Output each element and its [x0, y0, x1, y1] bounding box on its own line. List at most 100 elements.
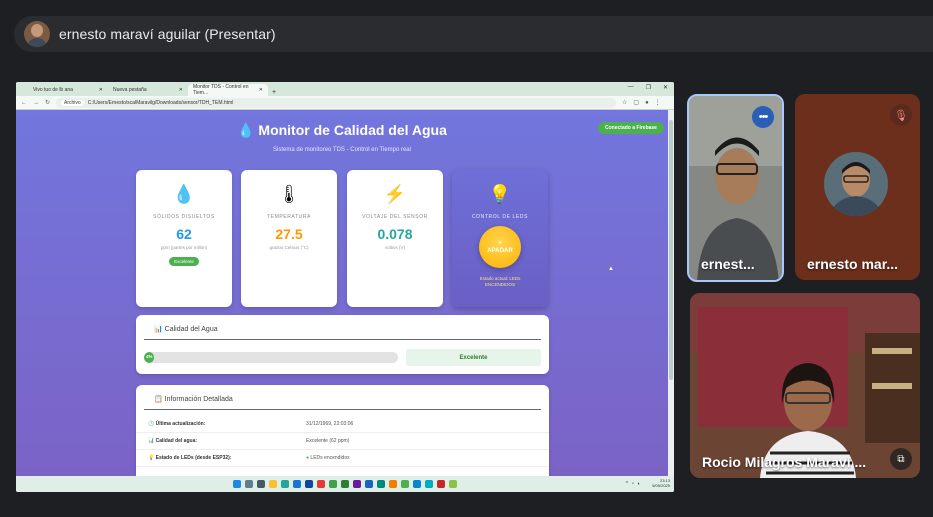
- participant-tile-2[interactable]: 🎙 ernesto mar...: [795, 94, 920, 280]
- voltage-value: 0.078: [377, 226, 413, 242]
- clock[interactable]: 23:13 5/05/2025: [652, 478, 670, 488]
- info-value: Excelente (62 ppm): [306, 438, 350, 444]
- led-state-text: Estado actual: LEDs: [479, 276, 521, 281]
- app-icon[interactable]: [389, 480, 397, 488]
- volume-icon[interactable]: ◖: [637, 481, 640, 487]
- web-page: Conectado a Firebase 💧 Monitor de Calida…: [16, 110, 668, 476]
- file-chip: Archivo: [61, 99, 84, 106]
- document-icon: 📋: [154, 396, 163, 403]
- app-icon[interactable]: [353, 480, 361, 488]
- info-row: 📊 Calidad del agua: Excelente (62 ppm): [136, 433, 549, 450]
- app-icon[interactable]: [305, 480, 313, 488]
- more-options-icon[interactable]: •••: [752, 106, 774, 128]
- back-icon[interactable]: ←: [21, 100, 27, 106]
- minimize-icon[interactable]: —: [628, 84, 634, 91]
- system-tray: ^ ◔ ◖: [626, 481, 640, 487]
- meeting-header: ernesto maraví aguilar (Presentar): [14, 16, 933, 52]
- app-icon[interactable]: [413, 480, 421, 488]
- app-icon[interactable]: [437, 480, 445, 488]
- tab-label: Vivo tuo de lb ana: [33, 87, 73, 93]
- app-icon[interactable]: [329, 480, 337, 488]
- new-tab-button[interactable]: +: [268, 89, 280, 96]
- presenter-label: ernesto maraví aguilar (Presentar): [59, 26, 276, 42]
- app-icon[interactable]: [317, 480, 325, 488]
- taskbar: ^ ◔ ◖ 23:13 5/05/2025: [16, 476, 674, 492]
- window-controls: — ❐ ✕: [628, 84, 668, 91]
- muted-microphone-icon: 🎙: [890, 104, 912, 126]
- close-window-icon[interactable]: ✕: [663, 84, 668, 91]
- lightbulb-icon: 💡: [148, 455, 155, 461]
- clock-icon: 🕐: [148, 421, 155, 427]
- mouse-cursor-icon: ▲: [608, 266, 614, 272]
- participant-tile-1[interactable]: ••• ernest...: [687, 94, 784, 282]
- card-label: Temperatura: [266, 214, 311, 220]
- close-icon[interactable]: ✕: [99, 87, 103, 93]
- info-value: ● LEDs encendidos: [306, 455, 350, 461]
- app-icon[interactable]: [281, 480, 289, 488]
- app-icon[interactable]: [293, 480, 301, 488]
- progress-row: 4% Excelente: [136, 340, 549, 375]
- chevron-up-icon[interactable]: ^: [626, 481, 628, 487]
- shared-screen: Vivo tuo de lb ana ✕ Nueva pestaña ✕ Monit…: [16, 82, 674, 492]
- app-icon[interactable]: [425, 480, 433, 488]
- quality-panel: 📊 Calidad del Agua 4% Excelente: [136, 315, 549, 374]
- card-label: Control de LEDs: [471, 214, 529, 220]
- close-icon[interactable]: ✕: [179, 87, 183, 93]
- app-icon[interactable]: [365, 480, 373, 488]
- led-off-button[interactable]: ✦ APAGAR: [479, 226, 521, 268]
- search-icon[interactable]: [245, 480, 253, 488]
- wifi-icon[interactable]: ◔: [631, 481, 634, 487]
- url-field[interactable]: Archivo C:/Users/Ernesto/scalMaravilg/Do…: [56, 97, 617, 108]
- panel-title-text: Calidad del Agua: [164, 326, 218, 333]
- page-subtitle: Sistema de monitoreo TDS - Control en Ti…: [273, 147, 411, 153]
- browser-tab[interactable]: Nueva pestaña ✕: [108, 84, 188, 96]
- info-row: 🕐 Última actualización: 31/12/1969, 22:0…: [136, 416, 549, 433]
- chart-icon: 📊: [154, 326, 163, 333]
- info-key-text: Última actualización:: [155, 421, 206, 427]
- picture-in-picture-icon[interactable]: ⧉: [890, 448, 912, 470]
- voltage-card: ⚡ Voltaje del sensor 0.078 voltios (V): [347, 170, 443, 307]
- tab-label: Monitor TDS - Control en Tiem...: [193, 84, 249, 96]
- file-explorer-icon[interactable]: [269, 480, 277, 488]
- participant-video: [690, 293, 920, 478]
- info-panel: 📋 Información Detallada 🕐 Última actuali…: [136, 385, 549, 476]
- led-button-label: APAGAR: [487, 248, 513, 254]
- app-icon[interactable]: [341, 480, 349, 488]
- close-icon[interactable]: ✕: [259, 87, 263, 93]
- tds-status-badge: Excelente: [169, 257, 199, 266]
- restore-icon[interactable]: ❐: [646, 84, 651, 91]
- task-view-icon[interactable]: [257, 480, 265, 488]
- participant-tile-3[interactable]: ⧉ Rocio Milagros Maraví ...: [690, 293, 920, 478]
- browser-tab-active[interactable]: Monitor TDS - Control en Tiem... ✕: [188, 84, 268, 96]
- thermometer-icon: 🌡: [277, 184, 301, 204]
- temperature-value: 27.5: [275, 226, 303, 242]
- menu-icon[interactable]: ⋮: [655, 99, 661, 106]
- chrome-icon[interactable]: [401, 480, 409, 488]
- participant-name: ernest...: [701, 256, 755, 272]
- panel-title-text: Información Detallada: [164, 396, 233, 403]
- scrollbar-thumb[interactable]: [669, 120, 673, 380]
- progress-percent: 4%: [146, 354, 153, 359]
- browser-tab[interactable]: Vivo tuo de lb ana ✕: [28, 84, 108, 96]
- participant-name: Rocio Milagros Maraví ...: [702, 454, 867, 470]
- clock-date: 5/05/2025: [652, 483, 670, 488]
- page-scrollbar[interactable]: [668, 110, 674, 476]
- app-icon[interactable]: [377, 480, 385, 488]
- tds-value: 62: [176, 226, 192, 242]
- windows-start-icon[interactable]: [233, 480, 241, 488]
- profile-icon[interactable]: ●: [645, 100, 649, 106]
- forward-icon[interactable]: →: [33, 100, 39, 106]
- address-bar: ← → ↻ Archivo C:/Users/Ernesto/scalMarav…: [16, 96, 674, 110]
- app-icon[interactable]: [449, 480, 457, 488]
- card-unit: voltios (V): [384, 245, 405, 250]
- url-text: C:/Users/Ernesto/scalMaravilg/Downloads/…: [87, 99, 234, 106]
- card-label: Sólidos disueltos: [153, 214, 215, 220]
- info-key-text: Estado de LEDs (desde ESP32):: [155, 455, 232, 461]
- extensions-icon[interactable]: ▢: [633, 99, 639, 106]
- participant-avatar: [824, 152, 888, 216]
- participant-name: ernesto mar...: [807, 256, 899, 272]
- reload-icon[interactable]: ↻: [45, 99, 50, 106]
- star-icon[interactable]: ☆: [622, 99, 627, 106]
- avatar-image: [824, 152, 888, 216]
- page-title-text: Monitor de Calidad del Agua: [258, 122, 447, 138]
